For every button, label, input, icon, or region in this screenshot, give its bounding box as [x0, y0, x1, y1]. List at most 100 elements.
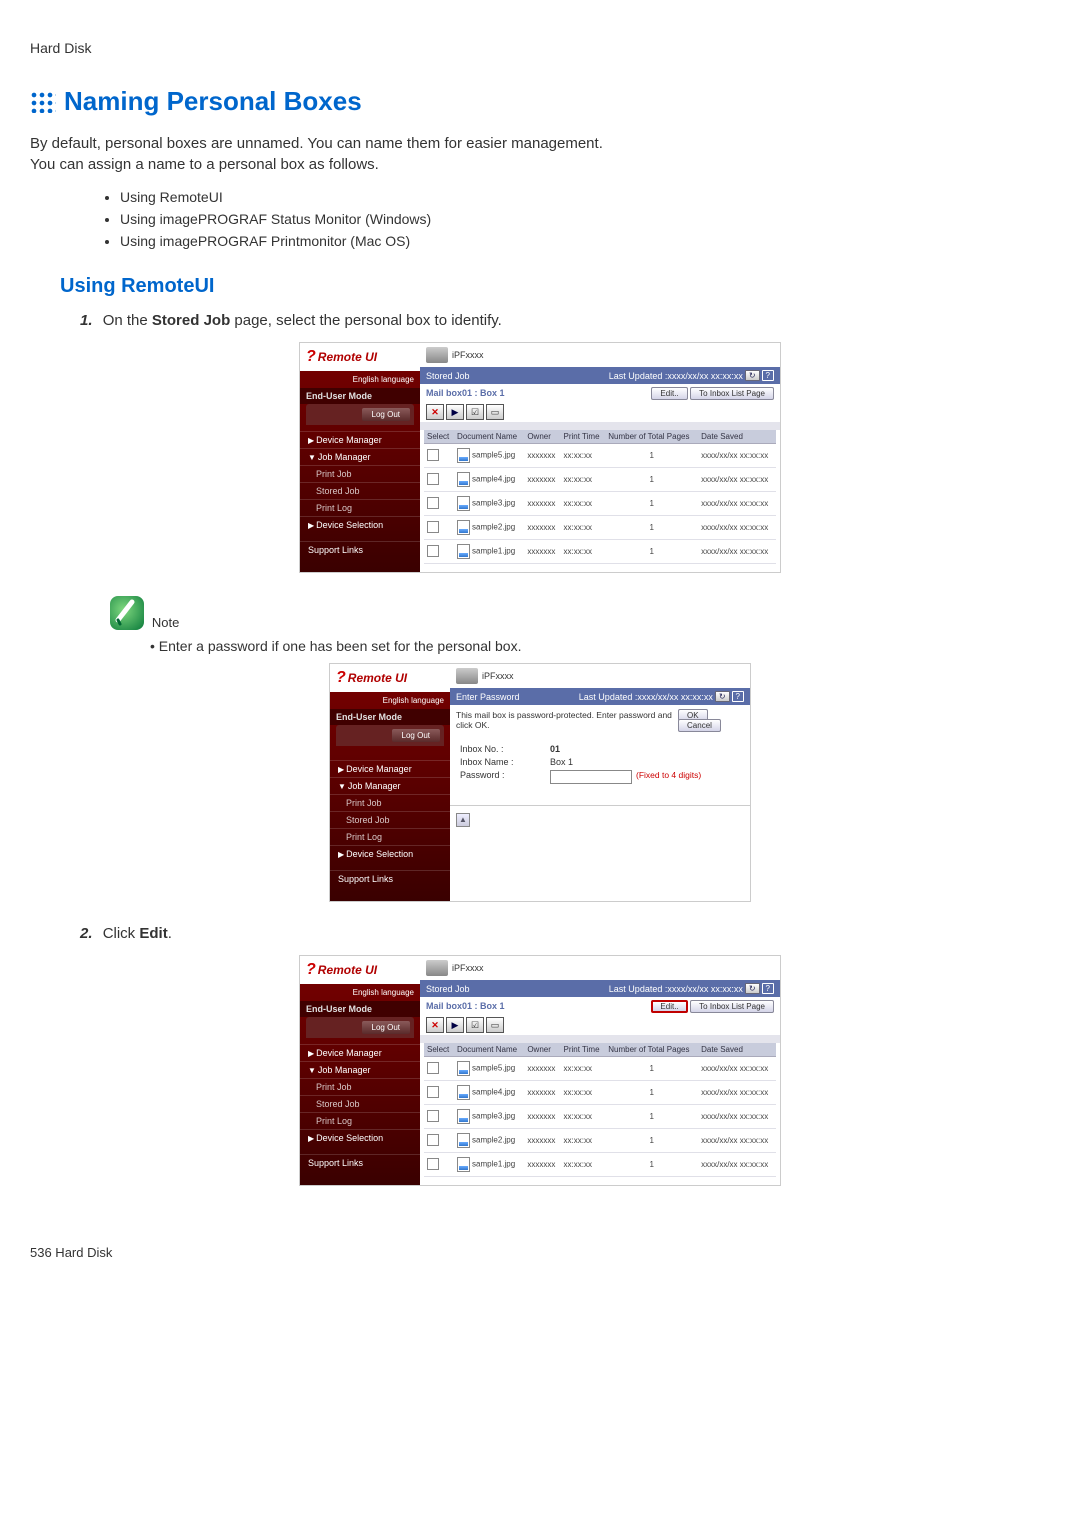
mailbox-path: Mail box01 : Box 1: [426, 1001, 505, 1011]
nav-print-job[interactable]: Print Job: [300, 465, 420, 482]
row-checkbox[interactable]: [427, 1086, 439, 1098]
to-inbox-list-button[interactable]: To Inbox List Page: [690, 387, 774, 400]
tool-icon-3[interactable]: ☑: [466, 404, 484, 420]
nav-print-job[interactable]: Print Job: [300, 1078, 420, 1095]
printer-icon: [426, 960, 448, 976]
nav-stored-job[interactable]: Stored Job: [300, 1095, 420, 1112]
nav-job-manager[interactable]: ▼Job Manager: [300, 448, 420, 465]
nav-device-manager[interactable]: ▶Device Manager: [330, 760, 450, 777]
row-checkbox[interactable]: [427, 1110, 439, 1122]
file-icon: [457, 472, 470, 487]
nav-job-manager[interactable]: ▼Job Manager: [330, 777, 450, 794]
row-checkbox[interactable]: [427, 1134, 439, 1146]
printer-model: iPFxxxx: [452, 963, 484, 973]
nav-device-manager[interactable]: ▶Device Manager: [300, 1044, 420, 1061]
edit-button[interactable]: Edit..: [651, 387, 687, 400]
nav-print-job[interactable]: Print Job: [330, 794, 450, 811]
file-icon: [457, 1157, 470, 1172]
step1-bold: Stored Job: [152, 312, 230, 329]
nav-device-selection[interactable]: ▶Device Selection: [300, 516, 420, 533]
note-icon: [110, 596, 144, 630]
col-date-saved: Date Saved: [698, 430, 776, 444]
col-select: Select: [424, 1043, 454, 1057]
delete-icon[interactable]: ✕: [426, 1017, 444, 1033]
tool-icon-4[interactable]: ▭: [486, 404, 504, 420]
remoteui-stored-job-screenshot-2: ?Remote UI English language End-User Mod…: [300, 956, 780, 1185]
play-icon[interactable]: ▶: [446, 1017, 464, 1033]
nav-support-links[interactable]: Support Links: [300, 541, 420, 558]
printer-model: iPFxxxx: [482, 671, 514, 681]
step1-pre: On the: [103, 312, 152, 329]
bluebar-title: Stored Job: [426, 984, 470, 994]
table-row[interactable]: sample4.jpgxxxxxxxxx:xx:xx1xxxx/xx/xx xx…: [424, 468, 776, 492]
nav-support-links[interactable]: Support Links: [300, 1154, 420, 1171]
tool-icon-3[interactable]: ☑: [466, 1017, 484, 1033]
table-row[interactable]: sample2.jpgxxxxxxxxx:xx:xx1xxxx/xx/xx xx…: [424, 1129, 776, 1153]
delete-icon[interactable]: ✕: [426, 404, 444, 420]
file-icon: [457, 1133, 470, 1148]
col-date-saved: Date Saved: [698, 1043, 776, 1057]
language-label[interactable]: English language: [330, 692, 450, 709]
remoteui-logo: ?Remote UI: [300, 343, 420, 371]
col-document-name: Document Name: [454, 430, 524, 444]
password-hint: (Fixed to 4 digits): [636, 770, 701, 784]
table-row[interactable]: sample3.jpgxxxxxxxxx:xx:xx1xxxx/xx/xx xx…: [424, 492, 776, 516]
table-row[interactable]: sample1.jpgxxxxxxxxx:xx:xx1xxxx/xx/xx xx…: [424, 540, 776, 564]
table-row[interactable]: sample1.jpgxxxxxxxxx:xx:xx1xxxx/xx/xx xx…: [424, 1153, 776, 1177]
help-icon[interactable]: ?: [762, 983, 774, 994]
password-label: Password :: [460, 770, 550, 784]
last-updated: Last Updated :xxxx/xx/xx xx:xx:xx: [609, 984, 743, 994]
row-checkbox[interactable]: [427, 521, 439, 533]
refresh-icon[interactable]: ↻: [745, 983, 760, 994]
nav-print-log[interactable]: Print Log: [330, 828, 450, 845]
tool-icon-4[interactable]: ▭: [486, 1017, 504, 1033]
nav-print-log[interactable]: Print Log: [300, 499, 420, 516]
logout-button[interactable]: Log Out: [362, 408, 410, 421]
to-inbox-list-button[interactable]: To Inbox List Page: [690, 1000, 774, 1013]
refresh-icon[interactable]: ↻: [715, 691, 730, 702]
table-row[interactable]: sample3.jpgxxxxxxxxx:xx:xx1xxxx/xx/xx xx…: [424, 1105, 776, 1129]
breadcrumb: Hard Disk: [30, 40, 1050, 56]
logout-button[interactable]: Log Out: [362, 1021, 410, 1034]
nav-stored-job[interactable]: Stored Job: [330, 811, 450, 828]
table-row[interactable]: sample2.jpgxxxxxxxxx:xx:xx1xxxx/xx/xx xx…: [424, 516, 776, 540]
help-icon[interactable]: ?: [732, 691, 744, 702]
language-label[interactable]: English language: [300, 371, 420, 388]
table-row[interactable]: sample4.jpgxxxxxxxxx:xx:xx1xxxx/xx/xx xx…: [424, 1081, 776, 1105]
refresh-icon[interactable]: ↻: [745, 370, 760, 381]
up-arrow-icon[interactable]: ▲: [456, 813, 470, 827]
cancel-button[interactable]: Cancel: [678, 719, 721, 732]
nav-support-links[interactable]: Support Links: [330, 870, 450, 887]
nav-stored-job[interactable]: Stored Job: [300, 482, 420, 499]
play-icon[interactable]: ▶: [446, 404, 464, 420]
language-label[interactable]: English language: [300, 984, 420, 1001]
row-checkbox[interactable]: [427, 449, 439, 461]
nav-device-manager[interactable]: ▶Device Manager: [300, 431, 420, 448]
help-icon[interactable]: ?: [762, 370, 774, 381]
printer-icon: [426, 347, 448, 363]
password-input[interactable]: [550, 770, 632, 784]
remoteui-stored-job-screenshot-1: ?Remote UI English language End-User Mod…: [300, 343, 780, 572]
row-checkbox[interactable]: [427, 1158, 439, 1170]
row-checkbox[interactable]: [427, 545, 439, 557]
table-row[interactable]: sample5.jpgxxxxxxxxx:xx:xx1xxxx/xx/xx xx…: [424, 444, 776, 468]
row-checkbox[interactable]: [427, 1062, 439, 1074]
file-icon: [457, 496, 470, 511]
nav-device-selection[interactable]: ▶Device Selection: [330, 845, 450, 862]
col-pages: Number of Total Pages: [605, 1043, 698, 1057]
file-icon: [457, 448, 470, 463]
logout-button[interactable]: Log Out: [392, 729, 440, 742]
page-footer: 536 Hard Disk: [30, 1245, 1050, 1260]
category-end-user-mode: End-User Mode: [330, 709, 450, 725]
page-title: Naming Personal Boxes: [64, 86, 362, 117]
nav-job-manager[interactable]: ▼Job Manager: [300, 1061, 420, 1078]
printer-model: iPFxxxx: [452, 350, 484, 360]
row-checkbox[interactable]: [427, 473, 439, 485]
row-checkbox[interactable]: [427, 497, 439, 509]
table-row[interactable]: sample5.jpgxxxxxxxxx:xx:xx1xxxx/xx/xx xx…: [424, 1057, 776, 1081]
printer-icon: [456, 668, 478, 684]
edit-button-highlighted[interactable]: Edit..: [651, 1000, 687, 1013]
nav-device-selection[interactable]: ▶Device Selection: [300, 1129, 420, 1146]
mailbox-path: Mail box01 : Box 1: [426, 388, 505, 398]
nav-print-log[interactable]: Print Log: [300, 1112, 420, 1129]
